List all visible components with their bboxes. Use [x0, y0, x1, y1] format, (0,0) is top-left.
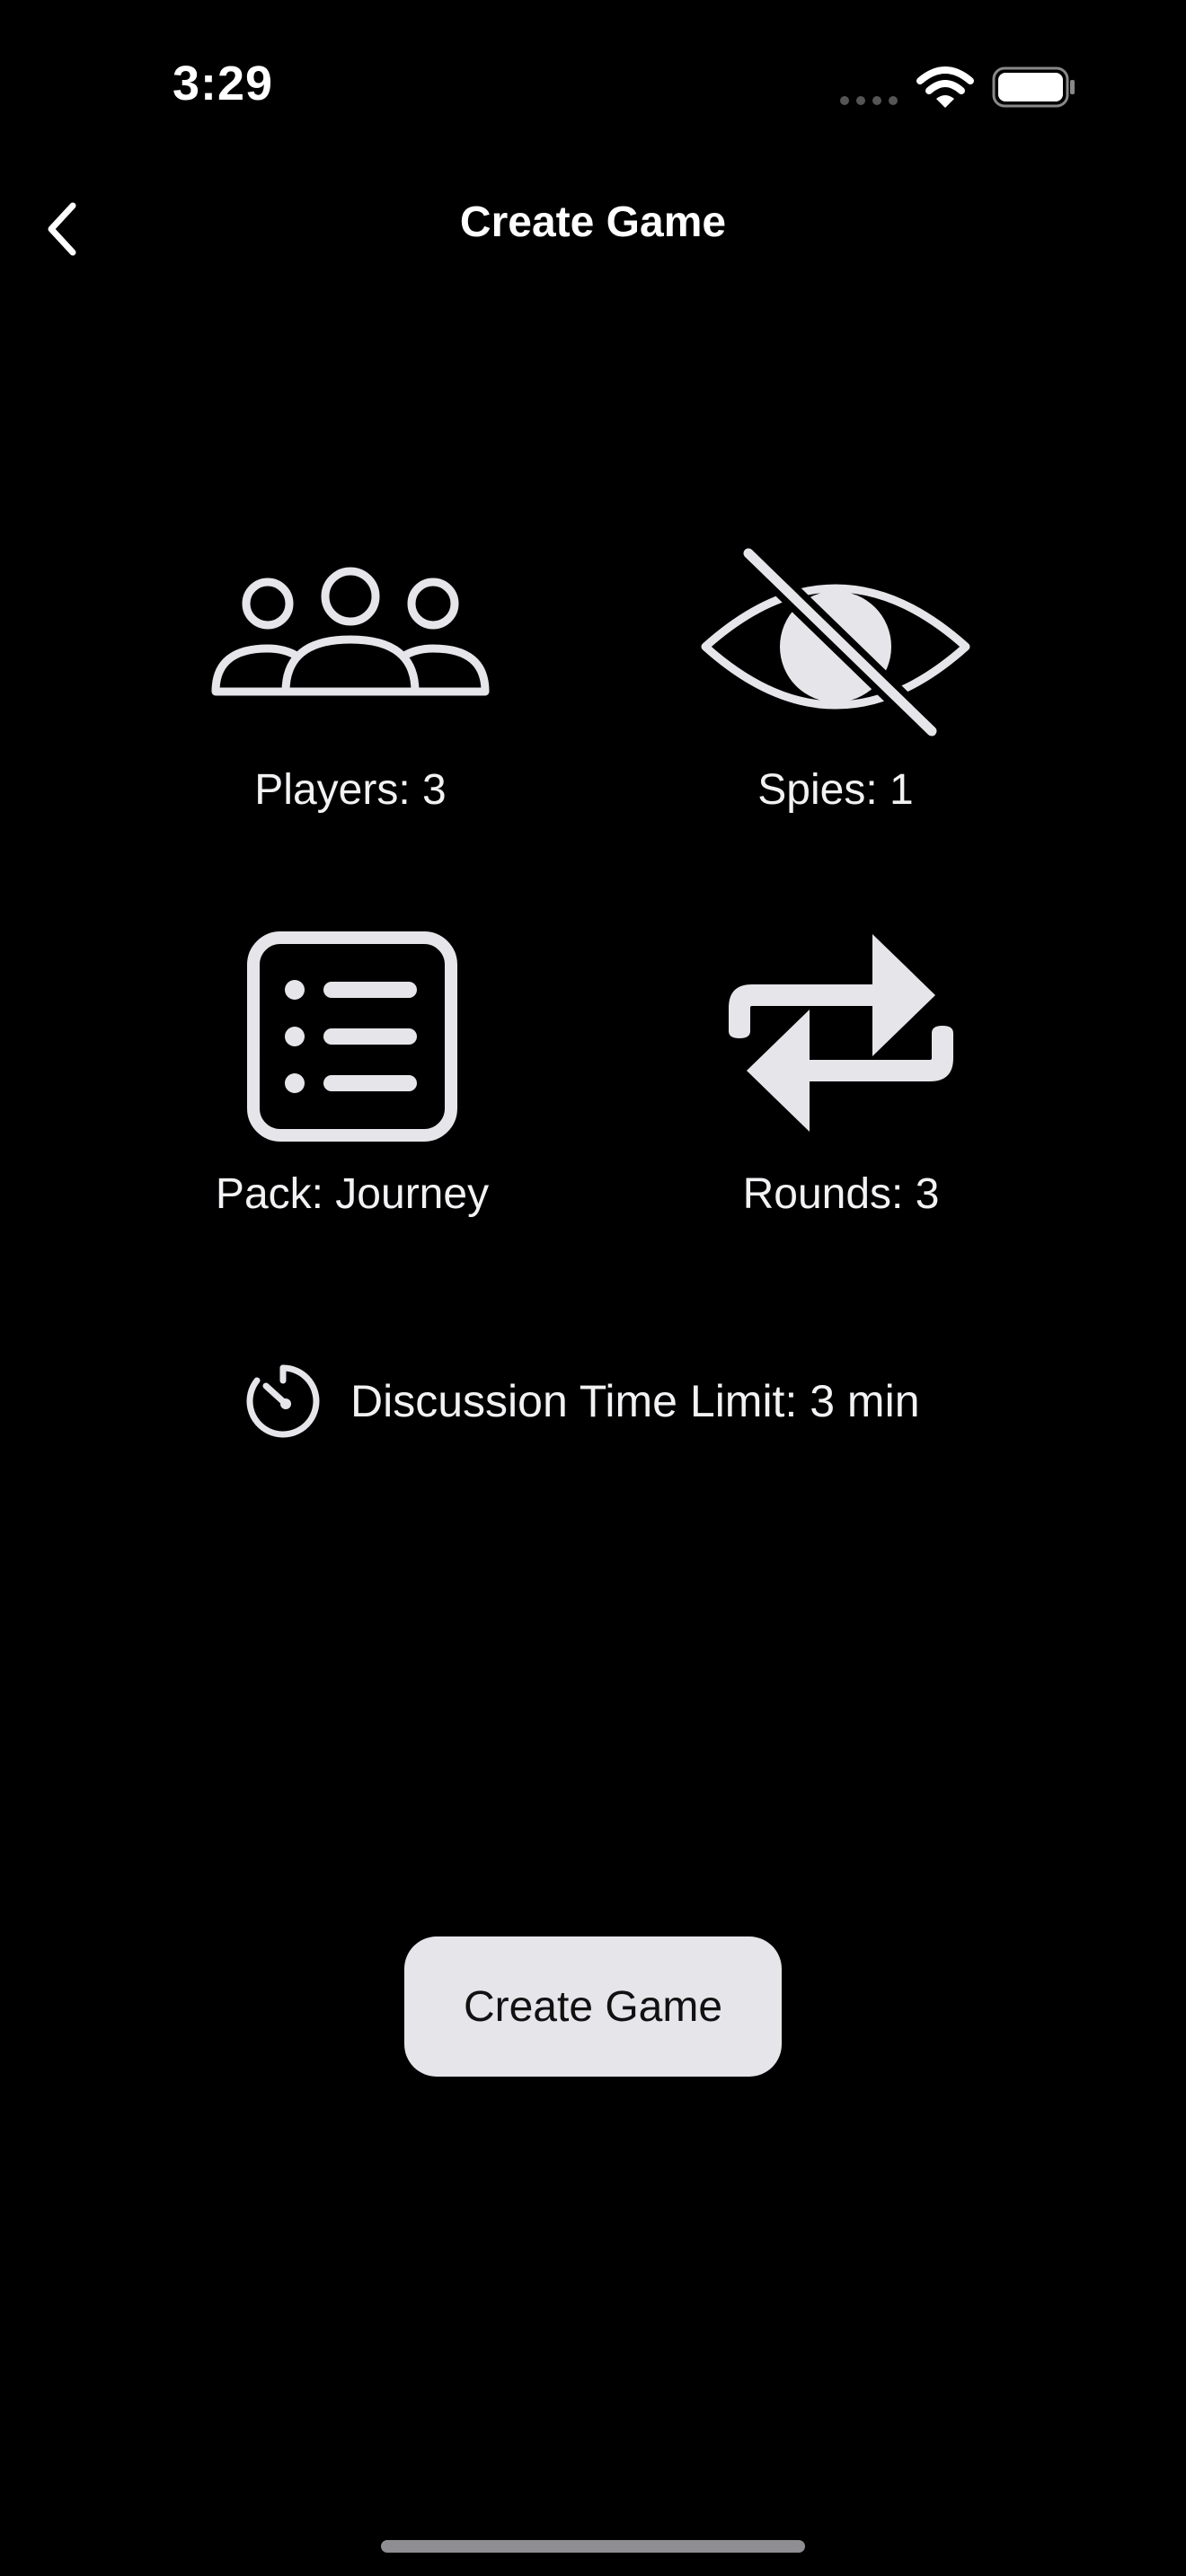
status-time: 3:29: [173, 57, 274, 110]
people-icon: [211, 567, 490, 696]
players-label: Players: 3: [254, 766, 447, 814]
spies-label: Spies: 1: [757, 766, 914, 814]
home-indicator: [381, 2540, 805, 2553]
status-bar: 3:29: [0, 0, 1186, 171]
rounds-option[interactable]: Rounds: 3: [643, 925, 1039, 1231]
navigation-bar: Create Game: [0, 180, 1186, 278]
eye-slash-icon: [701, 548, 970, 737]
players-option[interactable]: Players: 3: [153, 557, 548, 826]
discussion-time-limit[interactable]: Discussion Time Limit: 3 min: [244, 1356, 920, 1446]
rounds-label: Rounds: 3: [742, 1170, 940, 1218]
timer-icon: [246, 1364, 320, 1438]
wifi-icon: [916, 66, 974, 108]
list-icon: [247, 931, 457, 1142]
timer-label: Discussion Time Limit: 3 min: [350, 1376, 920, 1426]
create-game-button[interactable]: Create Game: [404, 1936, 782, 2077]
cellular-signal-icon: [840, 96, 898, 105]
battery-icon: [992, 66, 1075, 108]
spies-option[interactable]: Spies: 1: [638, 539, 1033, 826]
pack-label: Pack: Journey: [215, 1170, 490, 1218]
pack-option[interactable]: Pack: Journey: [155, 925, 550, 1231]
page-title: Create Game: [459, 198, 727, 246]
repeat-icon: [729, 934, 953, 1132]
